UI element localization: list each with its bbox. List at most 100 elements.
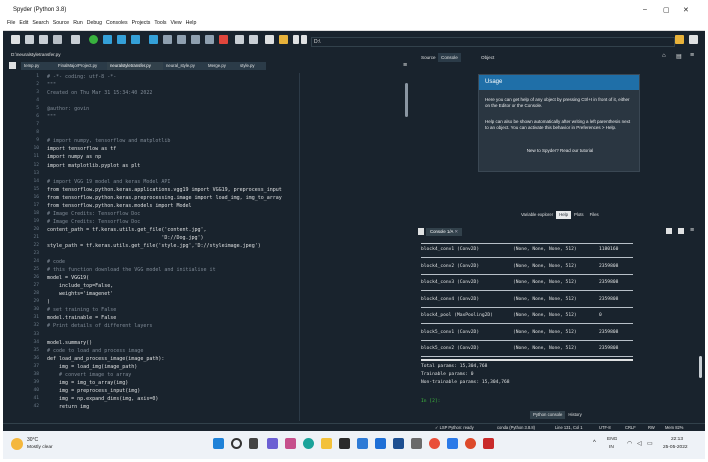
search-icon[interactable] [231,438,242,449]
run-selection-icon[interactable] [131,35,140,44]
home-icon[interactable]: ⌂ [662,53,666,59]
maximize-button[interactable]: ▢ [663,6,670,14]
tab-style[interactable]: style.py [237,62,267,70]
menu-file[interactable]: File [7,20,15,26]
mail-icon[interactable] [357,438,368,449]
tab-history[interactable]: History [565,411,584,419]
console-options-icon[interactable]: ≡ [690,227,694,234]
tab-help[interactable]: Help [556,211,572,219]
separator [421,243,633,244]
menu-consoles[interactable]: Consoles [106,20,128,26]
tab-neural-style[interactable]: neural_style.py [163,62,207,70]
folder-icon[interactable] [675,35,684,44]
menu-source[interactable]: Source [53,20,69,26]
menu-debug[interactable]: Debug [87,20,102,26]
app-icon-2[interactable] [375,438,386,449]
file-explorer-icon[interactable] [321,438,332,449]
help-object-label[interactable]: Object [478,53,497,62]
weather-temp[interactable]: 30°C [27,437,38,443]
run-cell-icon[interactable] [103,35,112,44]
up-arrow-icon[interactable] [689,35,698,44]
battery-icon[interactable]: ▭ [647,440,653,447]
back-arrow-icon[interactable] [293,35,299,44]
edge-browser-icon[interactable] [303,438,314,449]
language[interactable]: ENG [607,437,617,442]
spyder-taskbar-icon[interactable] [483,438,494,449]
pane-options-icon[interactable]: ≡ [690,52,694,59]
maximize-pane-icon[interactable] [235,35,244,44]
param-count: 0 [599,313,602,318]
menu-search[interactable]: Search [32,20,48,26]
continue-icon[interactable] [205,35,214,44]
working-directory-input[interactable]: D:\ [311,37,675,47]
clock-time[interactable]: 22:13 [671,437,683,442]
run-cell-advance-icon[interactable] [117,35,126,44]
console-prompt[interactable]: In [2]: [421,398,440,405]
console-tab[interactable]: Console 1/A ✕ [426,228,462,236]
wrench-icon[interactable] [265,35,274,44]
menu-view[interactable]: View [171,20,182,26]
param-summary: Total params: 15,304,768 [421,363,488,369]
forward-arrow-icon[interactable] [301,35,307,44]
lock-icon[interactable]: ▤ [676,53,682,60]
open-file-icon[interactable] [25,35,34,44]
menu-help[interactable]: Help [186,20,197,26]
app-icon-5[interactable] [447,438,458,449]
save-all-icon[interactable] [53,35,62,44]
taskbar: 30°C Mostly clear ^ ENG IN ◠ ◁ ▭ 22:13 2… [3,431,705,459]
close-button[interactable]: ✕ [683,6,689,14]
edit-icon[interactable] [678,228,684,234]
app-icon-3[interactable] [393,438,404,449]
code-editor[interactable]: 1 2 3 4 5 6 7 8 9 10 11 12 13 14 15 16 17 18 19 20 21 22 23 24 2… [15,73,413,421]
store-icon[interactable] [339,438,350,449]
param-count: 1180160 [599,247,619,252]
ipython-console[interactable]: Console 1/A ✕ ≡ block4_conv1 (Conv2D) (No… [416,227,705,423]
stop-kernel-icon[interactable] [666,228,672,234]
console-scrollbar[interactable] [699,356,702,378]
menu-tools[interactable]: Tools [154,20,166,26]
chevron-up-icon[interactable]: ^ [593,440,596,446]
new-file-icon[interactable] [11,35,20,44]
task-view-icon[interactable] [249,438,258,449]
step-into-icon[interactable] [177,35,186,44]
tab-files[interactable]: Files [587,211,602,219]
code-line: import matplotlib.pyplot as plt [47,162,141,169]
step-return-icon[interactable] [191,35,200,44]
python-path-icon[interactable] [279,35,288,44]
menu-edit[interactable]: Edit [19,20,28,26]
tab-plots[interactable]: Plots [571,211,587,219]
close-tab-icon[interactable]: ✕ [454,229,458,234]
menu-projects[interactable]: Projects [132,20,151,26]
volume-icon[interactable]: ◁ [637,440,642,447]
tab-neuralstyletransfer[interactable]: neuralstyletransfer.py [107,62,165,70]
code-area[interactable]: # -*- coding: utf-8 -*- """ Created on Thu… [47,73,407,421]
tab-temp[interactable]: temp.py [21,62,57,70]
menu-run[interactable]: Run [73,20,83,26]
help-console-select[interactable]: Console [438,53,461,62]
save-icon[interactable] [39,35,48,44]
tab-merge[interactable]: Merge.py [205,62,239,70]
step-icon[interactable] [163,35,172,44]
chat-icon[interactable] [267,438,278,449]
app-icon[interactable] [285,438,296,449]
run-icon[interactable] [89,35,98,44]
help-source-label[interactable]: Source [418,53,439,62]
console-output[interactable]: block4_conv1 (Conv2D) (None, None, None, … [421,240,691,420]
browse-tabs-icon[interactable] [9,62,16,69]
editor-options-icon[interactable]: ≡ [403,62,407,69]
tab-python-console[interactable]: Python console [530,411,566,419]
chrome-icon[interactable] [429,438,440,449]
debug-icon[interactable] [149,35,158,44]
wifi-icon[interactable]: ◠ [627,440,632,447]
fullscreen-icon[interactable] [249,35,258,44]
tab-finalmajorproject[interactable]: FinalMajorProject.py [55,62,109,70]
tab-variable-explorer[interactable]: Variable explorer [518,211,556,219]
minimize-button[interactable]: – [643,6,647,13]
editor-scrollbar[interactable] [405,83,408,117]
print-icon[interactable] [71,35,80,44]
stop-debug-icon[interactable] [219,35,228,44]
app-icon-4[interactable] [411,438,422,449]
windows-start-icon[interactable] [213,438,224,449]
app-icon-6[interactable] [465,438,476,449]
weather-icon[interactable] [11,438,23,450]
